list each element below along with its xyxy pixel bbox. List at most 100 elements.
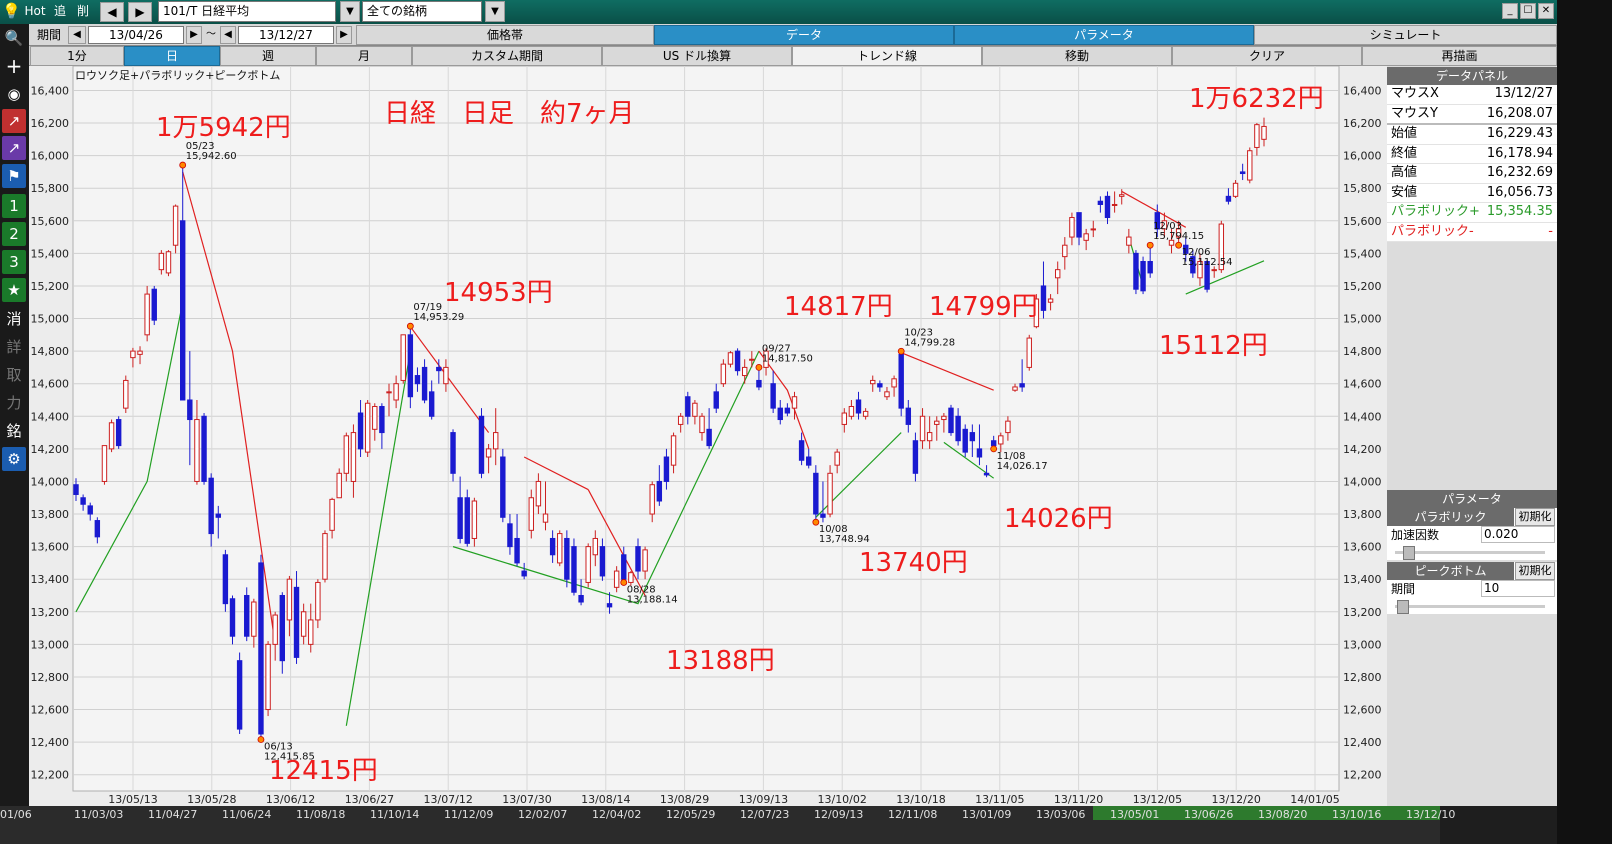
next-symbol-button[interactable]: ▶ [128,2,152,22]
trade-button[interactable]: 取 [2,363,26,387]
data-row: 始値 16,229.43 [1387,125,1557,145]
overview-timeline[interactable]: 01/06 11/03/03 11/04/27 11/06/24 11/08/18 11/… [0,806,1455,844]
candle-body [1069,217,1075,238]
custom-period-button[interactable]: カスタム期間 [412,46,602,66]
y-tick-label-left: 12,200 [31,769,70,782]
symbol-field[interactable]: 101/T 日経平均 [158,1,336,22]
accel-input[interactable]: 0.020 [1481,526,1555,543]
period-prev-icon[interactable]: ◀ [68,26,86,44]
candlestick-chart[interactable]: 12,200 12,200 12,400 12,400 12,600 12,600 12,8… [29,65,1387,806]
plus-icon[interactable]: + [2,54,26,78]
tab-simulate[interactable]: シミュレート [1254,25,1557,45]
timeline-date-label: 13/06/26 [1184,808,1234,821]
universe-dropdown-icon[interactable]: ▼ [485,1,505,22]
x-tick-label: 13/11/20 [1054,793,1103,806]
flag-icon[interactable]: ⚑ [2,164,26,188]
redraw-button[interactable]: 再描画 [1362,46,1557,66]
data-row: パラボリック- - [1387,222,1557,242]
candle-body [628,572,634,583]
group2-button[interactable]: 2 [2,222,26,246]
gear-icon[interactable]: ⚙ [2,447,26,471]
y-tick-label-right: 16,000 [1343,150,1382,163]
peak-annotation: 13740円 [859,548,968,578]
y-tick-label-left: 13,600 [31,541,70,554]
candle-body [73,484,79,495]
tab-monthly[interactable]: 月 [316,46,412,66]
peak-value-label: 14,026.17 [997,461,1048,472]
period-param-input[interactable]: 10 [1481,580,1555,597]
data-row-label: パラボリック+ [1391,204,1480,219]
candle-body [741,366,748,377]
tab-price-band[interactable]: 価格帯 [356,25,654,45]
group3-button[interactable]: 3 [2,250,26,274]
tab-daily[interactable]: 日 [124,46,220,66]
candle-body [343,435,350,474]
candle-body [236,660,243,730]
data-row-label: マウスY [1391,105,1438,121]
candle-body [1140,261,1146,292]
candle-body [123,379,129,409]
peak-marker [897,347,905,355]
accel-slider-thumb[interactable] [1403,546,1415,560]
candle-body [642,549,648,572]
chart-icon[interactable]: ↗ [2,109,26,133]
candle-body [357,412,364,450]
candle-body [891,378,897,388]
candle-body [300,611,307,637]
period-slider-thumb[interactable] [1397,600,1409,614]
period-slider-track[interactable] [1395,605,1545,608]
chart-area[interactable]: 12,200 12,200 12,400 12,400 12,600 12,600 12,8… [29,65,1387,806]
parabolic-reset-button[interactable]: 初期化 [1515,508,1555,526]
peak-annotation: 13188円 [666,646,775,676]
input-button[interactable]: 力 [2,391,26,415]
symbol-dropdown-icon[interactable]: ▼ [340,1,360,22]
peak-reset-button[interactable]: 初期化 [1515,562,1555,580]
tab-data[interactable]: データ [654,25,954,45]
detail-button[interactable]: 詳 [2,335,26,359]
star-button[interactable]: ★ [2,278,26,302]
delete-button[interactable]: 削 [72,0,94,22]
candle-body [108,422,115,450]
date-to-next-icon[interactable]: ▶ [336,26,352,44]
candle-body [251,601,257,637]
y-tick-label-right: 13,000 [1343,638,1382,651]
hot-button[interactable]: Hot [22,0,48,22]
add-button[interactable]: 追 [50,0,70,22]
group1-button[interactable]: 1 [2,194,26,218]
candle-body [80,497,86,505]
minimize-button[interactable]: _ [1502,3,1518,19]
usd-convert-button[interactable]: US ドル換算 [602,46,792,66]
chart2-icon[interactable]: ↗ [2,136,26,160]
tab-weekly[interactable]: 週 [220,46,316,66]
candle-body [1104,195,1111,219]
date-to-field[interactable]: 13/12/27 [238,26,334,44]
close-button[interactable]: ✕ [1538,3,1554,19]
camera-icon[interactable]: ◉ [2,82,26,106]
candle-body [272,614,278,645]
candle-body [535,480,542,507]
accel-slider-track[interactable] [1395,551,1545,554]
date-from-field[interactable]: 13/04/26 [88,26,184,44]
clear-button[interactable]: クリア [1172,46,1362,66]
tab-1min[interactable]: 1分 [30,46,124,66]
prev-symbol-button[interactable]: ◀ [100,2,124,22]
move-button[interactable]: 移動 [982,46,1172,66]
universe-field[interactable]: 全ての銘柄 [362,1,482,22]
peak-value-label: 13,188.14 [627,594,678,605]
candle-body [635,546,641,572]
maximize-button[interactable]: ☐ [1520,3,1536,19]
candle-body [649,484,655,515]
candle-body [542,513,549,523]
date-from-next-icon[interactable]: ▶ [186,26,202,44]
trendline-button[interactable]: トレンド線 [792,46,982,66]
date-to-prev-icon[interactable]: ◀ [220,26,236,44]
stock-button[interactable]: 銘 [2,419,26,443]
candle-body [663,456,670,482]
bulb-icon[interactable]: 💡 [2,1,21,21]
left-toolbar: 🔍 + ◉ ↗ ↗ ⚑ 1 2 3 ★ 消 詳 取 力 銘 ⚙ [0,24,29,844]
erase-button[interactable]: 消 [2,307,26,331]
candle-body [315,581,321,621]
tab-parameters[interactable]: パラメータ [954,25,1254,45]
right-scrollbar[interactable] [1557,0,1612,844]
search-icon[interactable]: 🔍 [2,26,26,50]
